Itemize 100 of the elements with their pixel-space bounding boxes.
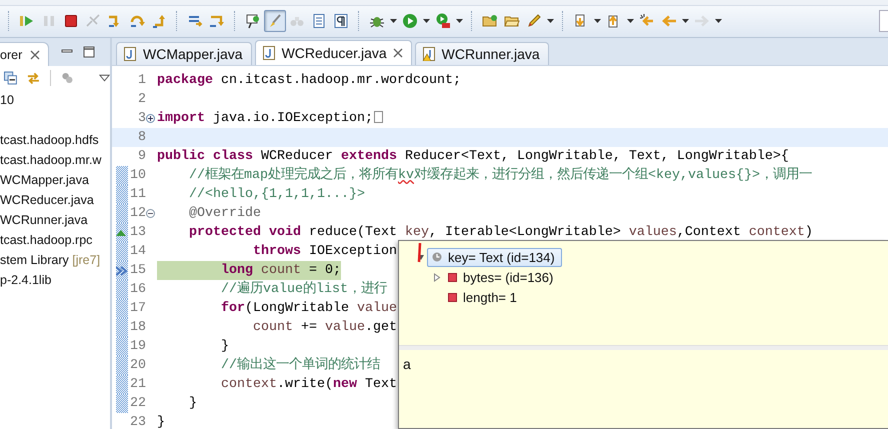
close-icon [392,48,403,58]
search-field[interactable] [879,10,888,32]
line-number: 16 [129,282,146,297]
java-file-icon [262,46,276,60]
tree-item-note: [jre7] [72,253,100,267]
tree-item[interactable]: WCMapper.java [0,173,89,187]
editor-tab-label: WCMapper.java [143,46,243,62]
java-file-warning-icon [422,47,436,61]
tree-item[interactable]: p-2.4.1lib [0,273,52,287]
object-icon [432,252,442,262]
code-line: throws IOException [252,243,397,261]
caret-icon [547,19,554,23]
variable-tree-item[interactable]: bytes= (id=136) [443,268,560,286]
field-icon [448,272,457,282]
code-line: public class WCReducer extends Reducer<Text, LongWritable, Text, LongWritable>{ [157,148,789,166]
link-arrows-icon [26,71,40,85]
view-tab[interactable]: orer [0,42,50,66]
java-file-icon [123,47,137,61]
code-line: //遍历value的list，进行 [220,280,387,299]
code-line: @Override [188,205,261,223]
line-number: 2 [137,92,146,107]
collapse-icon [146,209,155,218]
line-number: 12 [129,206,146,221]
line-number: 20 [129,358,146,373]
double-arrow-icon [116,266,128,276]
editor-tab[interactable]: WCReducer.java [254,40,412,65]
tree-item[interactable]: WCRunner.java [0,213,88,227]
line-number: 14 [129,244,146,259]
tree-item[interactable]: WCReducer.java [0,193,94,207]
editor-tab-label: WCReducer.java [282,45,387,61]
caret-icon [456,19,463,23]
run-tool-icon [435,13,451,29]
editor-tab[interactable]: WCRunner.java [414,42,549,65]
step-return-icon [151,13,167,29]
expand-icon [146,114,155,123]
pencil-icon [526,13,542,29]
code-line: for(LongWritable value [220,300,397,318]
line-number: 21 [129,377,146,392]
line-number: 3 [137,111,146,126]
stop-icon [63,13,79,29]
code-line: } [157,414,165,429]
caret-icon [682,19,689,23]
brush-icon [267,13,283,29]
code-line: //输出这一个单词的统计结 [220,356,380,375]
tree-item[interactable]: 10 [0,93,14,107]
triangle-icon [116,229,126,236]
document-icon [311,13,327,29]
pen-stroke-mark [417,243,422,263]
play-icon [402,13,418,29]
variable-tree-item[interactable]: length= 1 [443,288,524,306]
code-line: protected void reduce(Text key, Iterable<LongWritable> values,Context context) [188,224,813,242]
editor-tab-label: WCRunner.java [442,46,540,62]
line-number: 22 [129,396,146,411]
step-over-icon [129,13,145,29]
variable-label: bytes= (id=136) [463,270,554,284]
close-icon [30,50,40,60]
line-number: 8 [137,130,146,145]
caret-icon [594,19,601,23]
line-number: 23 [129,415,146,429]
line-number: 19 [129,339,146,354]
variable-label: length= 1 [463,290,517,304]
variable-label: key= Text (id=134) [448,250,555,264]
code-line: context.write(new Text [220,376,397,394]
tree-item[interactable]: tcast.hadoop.hdfs [0,133,99,147]
disconnect-icon [85,13,101,29]
collapse-all-icon [4,71,17,85]
code-line: package cn.itcast.hadoop.mr.wordcount; [157,72,461,90]
code-line: } [220,338,229,356]
code-line: //<hello,{1,1,1,1...}> [188,186,365,204]
maximize-icon [83,46,96,58]
caret-icon [715,19,722,23]
step-filter-icon [209,13,225,29]
left-arrow-icon [661,13,677,29]
line-number: 9 [137,149,146,164]
detail-text: a [402,355,412,374]
line-number: 17 [129,301,146,316]
code-line: count += value.get [252,319,397,337]
tree-item[interactable]: tcast.hadoop.rpc [0,233,92,247]
line-number: 15 [129,263,146,278]
line-number: 11 [129,187,146,202]
resume-icon [19,13,35,29]
tree-item[interactable]: stem Library [0,253,69,267]
line-number: 13 [129,225,146,240]
variable-tree-item[interactable]: key= Text (id=134) [427,248,562,266]
code-line: } [188,395,197,413]
caret-icon [627,19,634,23]
code-line: import java.io.IOException; [157,109,383,128]
right-arrow-icon [694,13,710,29]
tree-item[interactable]: tcast.hadoop.mr.w [0,153,102,167]
editor-tab[interactable]: WCMapper.java [116,42,252,65]
code-line: //框架在map处理完成之后，将所有kv对缓存起来，进行分组，然后传递一个组<key,values{}>，调用一 [188,166,812,185]
line-number: 18 [129,320,146,335]
view-tab-title: orer [0,48,22,62]
open-folder-icon [482,13,498,29]
pin-icon [245,13,261,29]
pilcrow-icon [333,13,349,29]
line-number: 10 [129,168,146,183]
pause-icon [41,13,57,29]
field-icon [448,292,457,302]
caret-icon [390,19,397,23]
